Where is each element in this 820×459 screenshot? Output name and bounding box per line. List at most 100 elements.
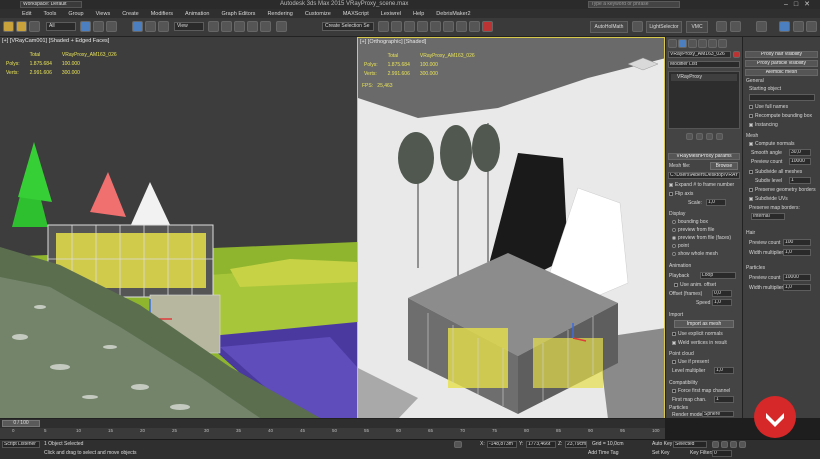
speed-field[interactable]: 1,0 bbox=[712, 299, 732, 306]
script-listener-field[interactable]: Script Listener bbox=[2, 441, 40, 448]
checkbox-mark[interactable] bbox=[672, 340, 676, 345]
hierarchy-tab-icon[interactable] bbox=[688, 39, 697, 48]
menu-edit[interactable]: Edit bbox=[22, 11, 31, 17]
arrow-icon[interactable] bbox=[756, 21, 767, 32]
checkbox-mark[interactable] bbox=[669, 182, 673, 187]
play-icon[interactable] bbox=[730, 441, 737, 448]
preview-count-field[interactable]: 10000 bbox=[789, 158, 811, 165]
window-controls[interactable]: –□✕ bbox=[784, 0, 816, 9]
flip-axis-checkbox[interactable]: Flip axis bbox=[669, 191, 693, 197]
use-explicit-normals-checkbox[interactable]: Use explicit normals bbox=[672, 331, 723, 337]
set-key-label[interactable]: Set Key bbox=[652, 450, 670, 457]
scale-field[interactable]: 1,0 bbox=[706, 199, 726, 206]
time-slider-knob[interactable]: 0 / 100 bbox=[2, 420, 40, 427]
object-color-swatch[interactable] bbox=[733, 51, 740, 58]
make-unique-icon[interactable] bbox=[706, 133, 713, 140]
subdivide-all-checkbox[interactable]: Subdivide all meshes bbox=[749, 169, 802, 175]
browse-button[interactable]: Browse bbox=[710, 162, 738, 170]
menu-lexiwrel[interactable]: Lexiwrel bbox=[381, 11, 401, 17]
display-tab-icon[interactable] bbox=[708, 39, 717, 48]
recompute-bbox-checkbox[interactable]: Recompute bounding box bbox=[749, 113, 812, 119]
menu-tools[interactable]: Tools bbox=[43, 11, 56, 17]
radio-mark[interactable] bbox=[672, 243, 676, 248]
modify-tab-icon[interactable] bbox=[678, 39, 687, 48]
starting-object-field[interactable] bbox=[749, 94, 815, 101]
weld-vertices-checkbox[interactable]: Weld vertices in result bbox=[672, 340, 727, 346]
undo-icon[interactable] bbox=[3, 21, 14, 32]
viewport-label-right[interactable]: [+] [Orthographic] [Shaded] bbox=[360, 39, 426, 45]
particles-preview-count-field[interactable]: 10000 bbox=[783, 274, 811, 281]
use-if-present-checkbox[interactable]: Use if present bbox=[672, 359, 709, 365]
proxy-hair-visibility-header[interactable]: Proxy hair visibility bbox=[745, 51, 818, 58]
edit-named-sets-icon[interactable] bbox=[276, 21, 287, 32]
select-by-name-icon[interactable] bbox=[93, 21, 104, 32]
light-selector-button[interactable]: LightSelector bbox=[646, 21, 682, 33]
expand-frame-checkbox[interactable]: Expand # to frame number bbox=[669, 182, 734, 188]
x-coordinate-field[interactable]: -148,873m bbox=[487, 441, 517, 448]
use-anim-offset-checkbox[interactable]: Use anim. offset bbox=[674, 282, 716, 288]
auto-key-label[interactable]: Auto Key bbox=[652, 441, 672, 448]
spinner-snap-icon[interactable] bbox=[260, 21, 271, 32]
stack-item[interactable]: VRayProxy bbox=[671, 74, 737, 81]
modifier-list-dropdown[interactable]: Modifier List bbox=[668, 61, 740, 68]
redo-icon[interactable] bbox=[16, 21, 27, 32]
radio-mark[interactable] bbox=[672, 235, 676, 240]
next-frame-icon[interactable] bbox=[739, 441, 746, 448]
offset-field[interactable]: 0,0 bbox=[712, 290, 732, 297]
vray-settings-icon[interactable] bbox=[806, 21, 817, 32]
viewport-label-left[interactable]: [+] [VRayCam001] [Shaded + Edged Faces] bbox=[2, 38, 109, 44]
force-first-map-checkbox[interactable]: Force first map channel bbox=[672, 388, 730, 394]
alembic-mesh-header[interactable]: Alembic mesh bbox=[745, 69, 818, 76]
region-select-icon[interactable] bbox=[106, 21, 117, 32]
show-end-result-icon[interactable] bbox=[696, 133, 703, 140]
display-preview-from-file[interactable]: preview from file bbox=[672, 227, 714, 233]
pin-stack-icon[interactable] bbox=[686, 133, 693, 140]
checkbox-mark[interactable] bbox=[672, 388, 676, 393]
motion-tab-icon[interactable] bbox=[698, 39, 707, 48]
vray-render-icon[interactable] bbox=[779, 21, 790, 32]
lock-selection-icon[interactable] bbox=[454, 441, 462, 448]
display-whole-mesh[interactable]: show whole mesh bbox=[672, 251, 718, 257]
display-preview-faces[interactable]: preview from file (faces) bbox=[672, 235, 731, 241]
menu-create[interactable]: Create bbox=[122, 11, 139, 17]
preserve-geometry-checkbox[interactable]: Preserve geometry borders bbox=[749, 187, 816, 193]
scale-icon[interactable] bbox=[158, 21, 169, 32]
radio-mark[interactable] bbox=[672, 219, 676, 224]
rotate-icon[interactable] bbox=[145, 21, 156, 32]
material-editor-icon[interactable] bbox=[443, 21, 454, 32]
checkbox-mark[interactable] bbox=[749, 187, 753, 192]
first-map-channel-field[interactable]: 1 bbox=[714, 396, 734, 403]
selection-filter-dropdown[interactable]: All bbox=[46, 22, 76, 31]
current-frame-field[interactable]: 0 bbox=[712, 450, 732, 457]
curve-editor-icon[interactable] bbox=[417, 21, 428, 32]
hair-width-multiplier-field[interactable]: 1,0 bbox=[783, 249, 811, 256]
preserve-map-dropdown[interactable]: Internal bbox=[751, 213, 785, 220]
utilities-tab-icon[interactable] bbox=[718, 39, 727, 48]
display-point[interactable]: point bbox=[672, 243, 689, 249]
radio-mark[interactable] bbox=[672, 227, 676, 232]
align-icon[interactable] bbox=[391, 21, 402, 32]
vmc-button[interactable]: VMC bbox=[686, 21, 708, 33]
display-bounding-box[interactable]: bounding box bbox=[672, 219, 708, 225]
link-icon[interactable] bbox=[29, 21, 40, 32]
checkbox-mark[interactable] bbox=[749, 141, 753, 146]
modifier-stack[interactable]: VRayProxy bbox=[668, 71, 740, 129]
snap-icon[interactable] bbox=[221, 21, 232, 32]
menu-debrismaker[interactable]: DebrisMaker2 bbox=[436, 11, 470, 17]
autoholmath-button[interactable]: AutoHolMath bbox=[590, 21, 628, 33]
mesh-file-path-field[interactable]: C:\Users\Albert\Desktop\VRAY bbox=[668, 172, 740, 179]
proxy-particle-visibility-header[interactable]: Proxy particle visibility bbox=[745, 60, 818, 67]
percent-snap-icon[interactable] bbox=[247, 21, 258, 32]
remove-modifier-icon[interactable] bbox=[716, 133, 723, 140]
reference-coord-dropdown[interactable]: View bbox=[174, 22, 204, 31]
vray-frame-buffer-icon[interactable] bbox=[716, 21, 727, 32]
radio-mark[interactable] bbox=[672, 251, 676, 256]
menu-graph-editors[interactable]: Graph Editors bbox=[222, 11, 256, 17]
search-input[interactable]: Type a keyword or phrase bbox=[588, 1, 680, 8]
render-frame-icon[interactable] bbox=[469, 21, 480, 32]
subdiv-level-field[interactable]: 1 bbox=[789, 177, 811, 184]
named-selection-dropdown[interactable]: Create Selection Se bbox=[322, 22, 374, 31]
menu-customize[interactable]: Customize bbox=[305, 11, 331, 17]
y-coordinate-field[interactable]: 1773,466t bbox=[526, 441, 556, 448]
menu-maxscript[interactable]: MAXScript bbox=[343, 11, 369, 17]
